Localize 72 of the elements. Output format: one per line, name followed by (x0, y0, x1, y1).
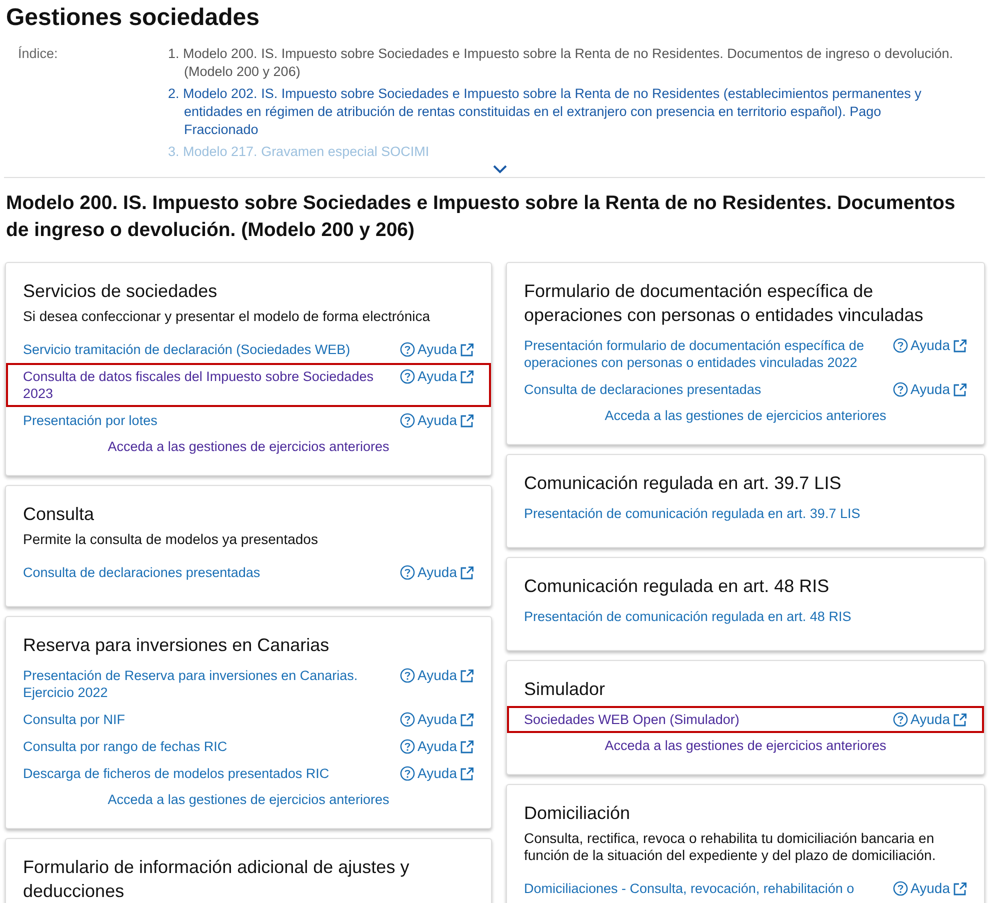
help-icon[interactable] (892, 338, 908, 353)
help-icon[interactable] (892, 382, 908, 397)
previous-years-link[interactable]: Acceda a las gestiones de ejercicios anteriores (604, 407, 886, 424)
help-link[interactable]: Ayuda (418, 738, 457, 755)
service-link[interactable]: Presentación formulario de documentación específica de operaciones con personas o entidades vinculadas 2022 (524, 337, 883, 371)
help-link[interactable]: Ayuda (418, 667, 457, 684)
index-link[interactable]: 1. Modelo 200. IS. Impuesto sobre Sociedades e Impuesto sobre la Renta de no Residentes. Documentos de ingreso o devolución. (Modelo 200 y 206) (168, 45, 958, 81)
help-link[interactable]: Ayuda (418, 765, 457, 782)
external-link-icon[interactable] (460, 342, 474, 356)
external-link-icon[interactable] (953, 382, 967, 396)
external-link-icon[interactable] (460, 668, 474, 682)
card-description: Si desea confeccionar y presentar el modelo de forma electrónica (23, 308, 431, 325)
previous-years-link[interactable]: Acceda a las gestiones de ejercicios anteriores (108, 438, 390, 455)
index-link[interactable]: 2. Modelo 202. IS. Impuesto sobre Sociedades e Impuesto sobre la Renta de no Residentes (establecimientos permanentes y entidades en régimen de atribución de rentas constituidas en el extranjero con presencia en territorio español). Pago Fraccionado (168, 85, 958, 139)
service-link[interactable]: Consulta por NIF (23, 711, 126, 728)
help-link[interactable]: Ayuda (910, 381, 950, 398)
help-link[interactable]: Ayuda (418, 341, 457, 358)
help-icon[interactable] (400, 668, 415, 683)
card-title: Comunicación regulada en art. 39.7 LIS (524, 472, 842, 495)
help-icon[interactable] (892, 712, 908, 727)
card-title: Simulador (524, 678, 606, 701)
help-link[interactable]: Ayuda (910, 711, 950, 728)
help-icon[interactable] (400, 766, 415, 781)
previous-years-link[interactable]: Acceda a las gestiones de ejercicios anteriores (604, 737, 886, 754)
card-title: Servicios de sociedades (23, 280, 218, 303)
help-icon[interactable] (400, 342, 415, 357)
help-icon[interactable] (400, 739, 415, 754)
page-title: Gestiones sociedades (5, 3, 260, 33)
service-link[interactable]: Consulta de declaraciones presentadas (524, 381, 762, 398)
external-link-icon[interactable] (460, 370, 474, 384)
index-label: Índice: (18, 45, 59, 63)
help-icon[interactable] (400, 369, 415, 384)
help-icon[interactable] (400, 565, 415, 580)
help-link[interactable]: Ayuda (418, 564, 457, 581)
service-link[interactable]: Servicio tramitación de declaración (Sociedades WEB) (23, 341, 350, 358)
help-link[interactable]: Ayuda (418, 368, 457, 385)
card-description: Consulta, rectifica, revoca o rehabilita tu domiciliación bancaria en función de la situación del expediente y del plazo de domiciliación. (524, 830, 937, 864)
service-link[interactable]: Domiciliaciones - Consulta, revocación, rehabilitación o (524, 880, 854, 897)
service-link[interactable]: Consulta de datos fiscales del Impuesto sobre Sociedades 2023 (23, 368, 383, 402)
external-link-icon[interactable] (953, 712, 967, 726)
help-link[interactable]: Ayuda (418, 711, 457, 728)
card-description: Permite la consulta de modelos ya presentados (23, 531, 319, 548)
help-link[interactable]: Ayuda (910, 880, 950, 897)
service-link[interactable]: Presentación de comunicación regulada en art. 39.7 LIS (524, 505, 860, 522)
help-icon[interactable] (400, 413, 415, 428)
card-title: Comunicación regulada en art. 48 RIS (524, 575, 830, 598)
card-title: Formulario de documentación específica de operaciones con personas o entidades vinculadas (524, 280, 924, 327)
external-link-icon[interactable] (460, 740, 474, 754)
card-title: Domiciliación (524, 802, 632, 825)
external-link-icon[interactable] (460, 566, 474, 580)
external-link-icon[interactable] (460, 414, 474, 428)
help-icon[interactable] (400, 712, 415, 727)
external-link-icon[interactable] (460, 712, 474, 726)
card-title: Reserva para inversiones en Canarias (23, 634, 330, 657)
external-link-icon[interactable] (953, 338, 967, 352)
previous-years-link[interactable]: Acceda a las gestiones de ejercicios anteriores (108, 791, 390, 808)
service-link[interactable]: Presentación por lotes (23, 412, 158, 429)
help-icon[interactable] (892, 881, 908, 896)
help-link[interactable]: Ayuda (418, 412, 457, 429)
card-title: Formulario de información adicional de ajustes y deducciones (23, 856, 410, 903)
help-link[interactable]: Ayuda (910, 337, 950, 354)
service-link[interactable]: Sociedades WEB Open (Simulador) (524, 711, 740, 728)
external-link-icon[interactable] (953, 882, 967, 896)
service-link[interactable]: Descarga de ficheros de modelos presentados RIC (23, 765, 330, 782)
service-link[interactable]: Presentación de Reserva para inversiones en Canarias. Ejercicio 2022 (23, 667, 383, 701)
card-title: Consulta (23, 503, 96, 526)
service-link[interactable]: Presentación de comunicación regulada en art. 48 RIS (524, 608, 852, 625)
service-link[interactable]: Consulta de declaraciones presentadas (23, 564, 260, 581)
external-link-icon[interactable] (460, 766, 474, 780)
section-title: Modelo 200. IS. Impuesto sobre Sociedades e Impuesto sobre la Renta de no Residentes. Documentos de ingreso o devolución. (Modelo 200 y 206) (5, 191, 956, 243)
service-link[interactable]: Consulta por rango de fechas RIC (23, 738, 228, 755)
chevron-down-icon[interactable] (492, 165, 506, 174)
